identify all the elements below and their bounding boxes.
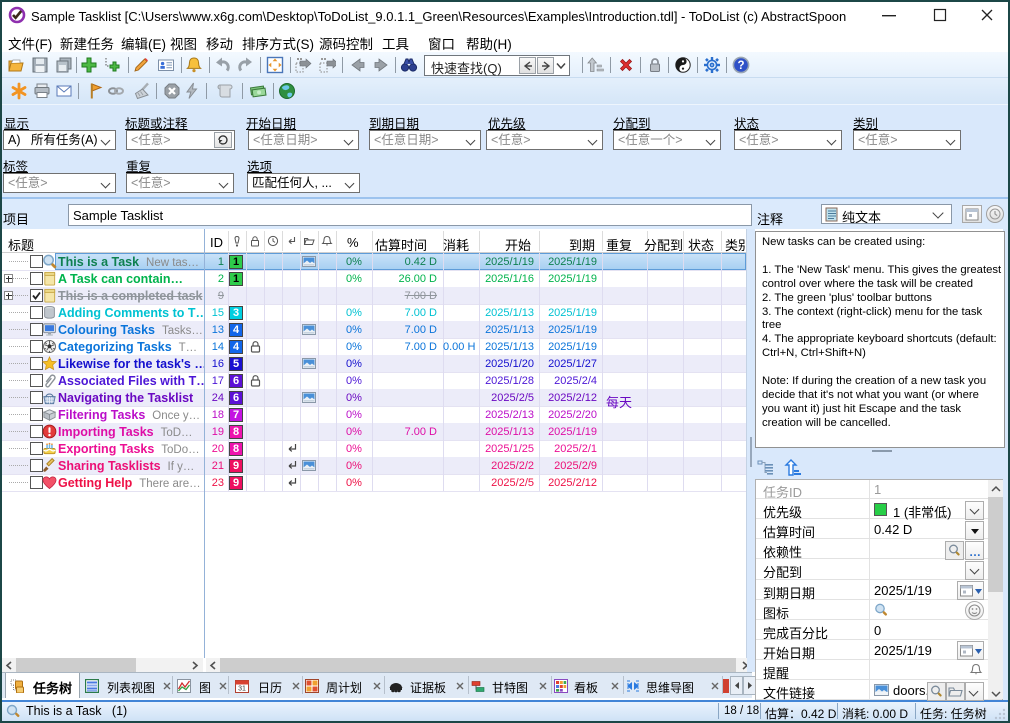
svg-text:31: 31 <box>238 686 246 693</box>
svg-text:?: ? <box>737 60 744 72</box>
